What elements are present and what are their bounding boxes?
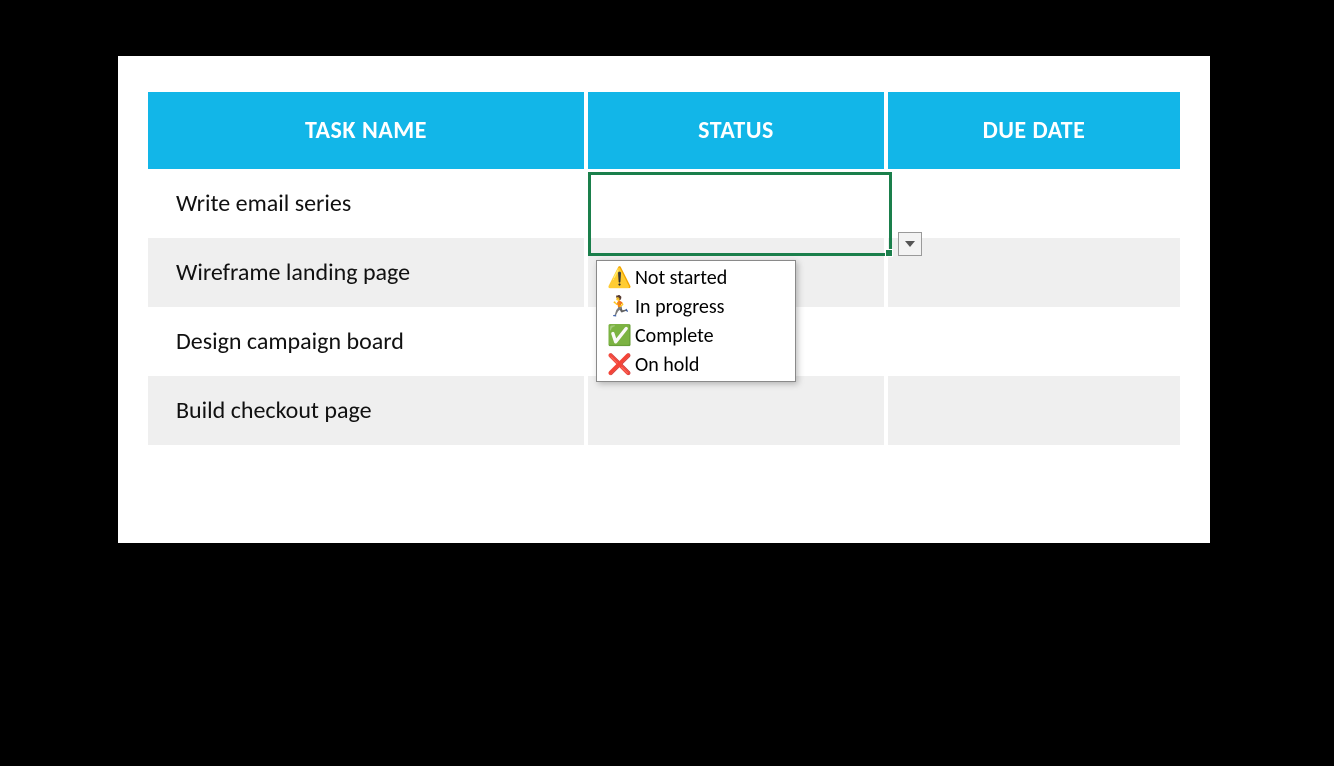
cell-due[interactable] — [888, 169, 1180, 238]
cell-task[interactable] — [148, 445, 588, 493]
cell-due[interactable] — [888, 445, 1180, 493]
runner-icon: 🏃 — [607, 294, 629, 319]
warning-icon: ⚠️ — [607, 265, 629, 290]
cell-status[interactable] — [588, 376, 888, 445]
cell-task[interactable]: Build checkout page — [148, 376, 588, 445]
dropdown-option-complete[interactable]: ✅ Complete — [597, 321, 795, 350]
table-row: Build checkout page — [148, 376, 1180, 445]
cross-icon: ❌ — [607, 352, 629, 377]
status-dropdown: ⚠️ Not started 🏃 In progress ✅ Complete … — [596, 260, 796, 382]
check-icon: ✅ — [607, 323, 629, 348]
cell-status[interactable] — [588, 169, 888, 238]
dropdown-option-not-started[interactable]: ⚠️ Not started — [597, 263, 795, 292]
cell-task[interactable]: Design campaign board — [148, 307, 588, 376]
cell-due[interactable] — [888, 307, 1180, 376]
cell-task[interactable]: Write email series — [148, 169, 588, 238]
column-header-status[interactable]: STATUS — [588, 92, 888, 169]
dropdown-option-on-hold[interactable]: ❌ On hold — [597, 350, 795, 379]
dropdown-option-label: On hold — [635, 353, 699, 377]
chevron-down-icon — [905, 239, 915, 249]
column-header-due[interactable]: DUE DATE — [888, 92, 1180, 169]
cell-due[interactable] — [888, 238, 1180, 307]
dropdown-option-label: In progress — [635, 295, 725, 319]
dropdown-option-label: Not started — [635, 266, 727, 290]
dropdown-option-label: Complete — [635, 324, 714, 348]
spreadsheet-panel: TASK NAME STATUS DUE DATE Write email se… — [118, 56, 1210, 543]
dropdown-trigger[interactable] — [898, 232, 922, 256]
cell-due[interactable] — [888, 376, 1180, 445]
task-table: TASK NAME STATUS DUE DATE Write email se… — [148, 92, 1180, 493]
table-row: Write email series — [148, 169, 1180, 238]
table-row-empty — [148, 445, 1180, 493]
dropdown-option-in-progress[interactable]: 🏃 In progress — [597, 292, 795, 321]
column-header-task[interactable]: TASK NAME — [148, 92, 588, 169]
cell-task[interactable]: Wireframe landing page — [148, 238, 588, 307]
table-header-row: TASK NAME STATUS DUE DATE — [148, 92, 1180, 169]
cell-status[interactable] — [588, 445, 888, 493]
